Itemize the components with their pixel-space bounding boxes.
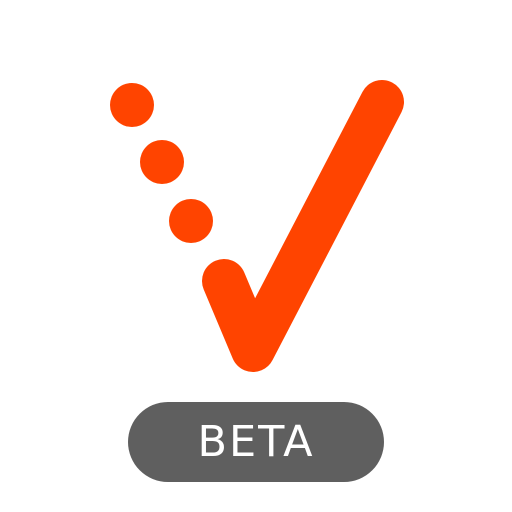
logo-dot-1: [110, 83, 154, 127]
beta-badge-label: BETA: [197, 416, 315, 467]
logo-dot-3: [169, 199, 213, 243]
logo-dot-2: [140, 140, 184, 184]
app-icon: BETA: [0, 0, 512, 512]
logo-checkmark: [202, 80, 404, 372]
beta-badge: BETA: [128, 402, 384, 482]
